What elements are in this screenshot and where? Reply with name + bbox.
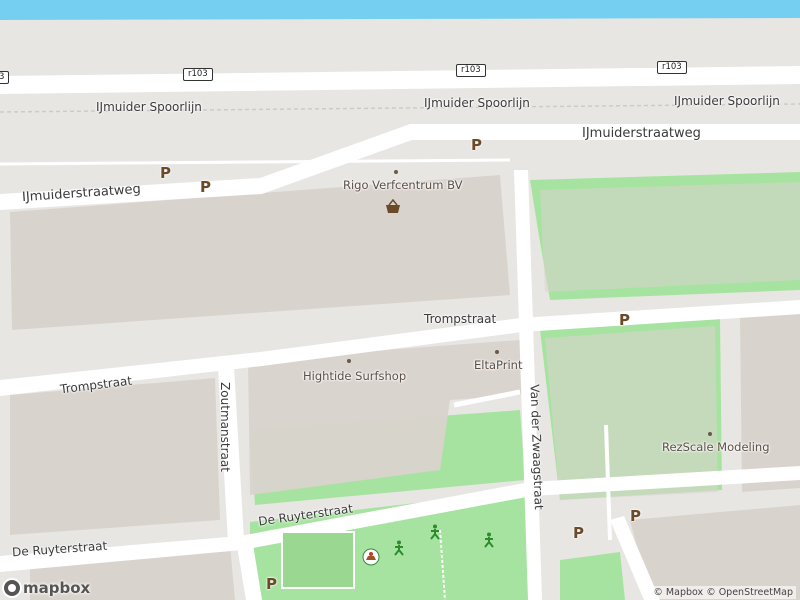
rail-label-2: IJmuider Spoorlijn bbox=[424, 96, 530, 110]
sports-field bbox=[281, 531, 355, 589]
street-label-zoutmanstraat: Zoutmanstraat bbox=[217, 382, 232, 472]
poi-label-eltaprint[interactable]: EltaPrint bbox=[474, 358, 522, 372]
rail-label-3: IJmuider Spoorlijn bbox=[674, 94, 780, 108]
road-shield-r103-2: r103 bbox=[456, 64, 486, 77]
map-base-layer bbox=[0, 0, 800, 600]
road-shield-r103-1: r103 bbox=[183, 68, 213, 81]
attribution: © Mapbox © OpenStreetMap bbox=[650, 586, 796, 599]
building-block-2 bbox=[10, 378, 220, 535]
parking-icon-7[interactable]: P bbox=[266, 575, 277, 593]
poi-label-rigo[interactable]: Rigo Verfcentrum BV bbox=[343, 178, 462, 192]
street-label-ijmuiderstraatweg-right: IJmuiderstraatweg bbox=[582, 126, 701, 141]
attribution-osm-link[interactable]: © OpenStreetMap bbox=[706, 587, 793, 598]
road-shield-cut: 3 bbox=[0, 71, 10, 84]
fitness-icon-3[interactable] bbox=[482, 532, 496, 548]
poi-marker-eltaprint[interactable] bbox=[495, 350, 499, 354]
shop-basket-icon[interactable] bbox=[384, 199, 402, 215]
fitness-icon-1[interactable] bbox=[392, 540, 406, 556]
poi-label-rezscale[interactable]: RezScale Modeling bbox=[662, 440, 770, 454]
mapbox-logo-text: mapbox bbox=[23, 579, 91, 597]
parking-icon-2[interactable]: P bbox=[160, 164, 171, 182]
poi-marker-rigo[interactable] bbox=[394, 170, 398, 174]
street-label-trompstraat-right: Trompstraat bbox=[424, 312, 497, 326]
mapbox-logo-mark-icon bbox=[4, 580, 20, 596]
poi-label-hightide[interactable]: Hightide Surfshop bbox=[303, 369, 406, 383]
parking-icon-6[interactable]: P bbox=[573, 524, 584, 542]
road-shield-r103-3: r103 bbox=[657, 61, 687, 74]
map-view[interactable]: 3 r103 r103 r103 IJmuider Spoorlijn IJmu… bbox=[0, 0, 800, 600]
poi-marker-hightide[interactable] bbox=[347, 359, 351, 363]
fitness-icon-2[interactable] bbox=[428, 524, 442, 540]
rail-label-1: IJmuider Spoorlijn bbox=[96, 100, 202, 114]
parking-icon-1[interactable]: P bbox=[471, 136, 482, 154]
parking-icon-5[interactable]: P bbox=[630, 507, 641, 525]
building-block-4 bbox=[540, 182, 800, 292]
poi-marker-rezscale[interactable] bbox=[708, 432, 712, 436]
building-block-6 bbox=[740, 314, 800, 492]
playground-icon[interactable] bbox=[362, 548, 380, 566]
mapbox-logo[interactable]: mapbox bbox=[4, 579, 90, 597]
water-area bbox=[0, 0, 800, 20]
attribution-mapbox-link[interactable]: © Mapbox bbox=[653, 587, 703, 598]
parking-icon-4[interactable]: P bbox=[619, 311, 630, 329]
parking-icon-3[interactable]: P bbox=[200, 178, 211, 196]
park-area-se bbox=[560, 552, 625, 600]
